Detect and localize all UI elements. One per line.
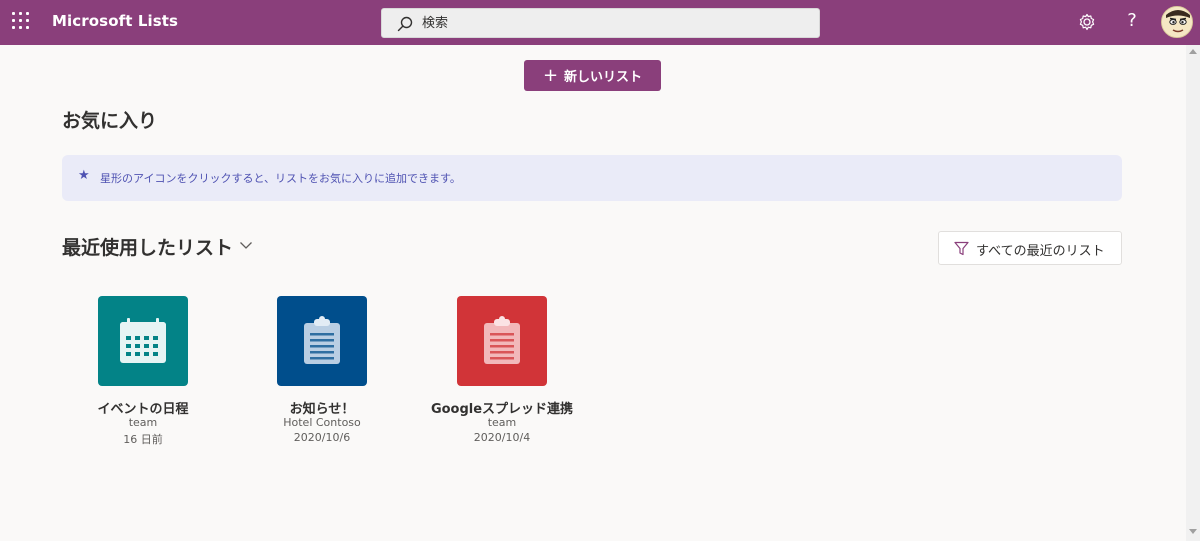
clipboard-icon <box>484 316 520 364</box>
list-date: 16 日前 <box>123 433 163 446</box>
avatar-face-icon <box>1162 7 1192 37</box>
avatar[interactable] <box>1161 6 1193 38</box>
list-owner: Hotel Contoso <box>283 416 361 429</box>
scroll-up-icon[interactable] <box>1189 49 1197 54</box>
list-tile[interactable] <box>457 296 547 386</box>
calendar-icon <box>120 318 166 363</box>
search-icon <box>397 16 413 32</box>
list-tile[interactable] <box>277 296 367 386</box>
list-title[interactable]: イベントの日程 <box>53 398 233 417</box>
recent-lists-heading[interactable]: 最近使用したリスト <box>62 233 233 260</box>
scroll-down-icon[interactable] <box>1189 529 1197 534</box>
app-title[interactable]: Microsoft Lists <box>52 12 178 30</box>
favorites-info-text: 星形のアイコンをクリックすると、リストをお気に入りに追加できます。 <box>100 172 461 185</box>
list-card[interactable]: お知らせ！ Hotel Contoso 2020/10/6 <box>232 296 412 456</box>
list-owner: team <box>128 416 158 429</box>
list-date: 2020/10/6 <box>293 431 351 444</box>
list-title[interactable]: お知らせ！ <box>232 398 412 417</box>
star-icon: ★ <box>78 168 90 183</box>
list-card[interactable]: Googleスプレッド連携 team 2020/10/4 <box>412 296 592 456</box>
new-list-label: 新しいリスト <box>564 70 643 85</box>
list-date: 2020/10/4 <box>473 431 531 444</box>
search-box[interactable] <box>381 8 820 38</box>
clipboard-icon <box>304 316 340 364</box>
list-owner: team <box>487 416 517 429</box>
list-title[interactable]: Googleスプレッド連携 <box>412 398 592 417</box>
favorites-heading: お気に入り <box>62 110 158 132</box>
search-input[interactable] <box>422 13 802 33</box>
page-scrollbar[interactable] <box>1186 45 1200 541</box>
all-recent-lists-label: すべての最近のリスト <box>976 244 1105 259</box>
favorites-info-banner: ★ 星形のアイコンをクリックすると、リストをお気に入りに追加できます。 <box>62 155 1122 201</box>
new-list-button[interactable]: + 新しいリスト <box>524 60 661 91</box>
list-tile[interactable] <box>98 296 188 386</box>
chevron-down-icon[interactable] <box>238 237 254 253</box>
gear-icon[interactable] <box>1077 12 1097 32</box>
filter-icon <box>954 241 969 256</box>
list-card[interactable]: イベントの日程 team 16 日前 <box>53 296 233 456</box>
waffle-icon[interactable] <box>12 12 32 32</box>
all-recent-lists-button[interactable]: すべての最近のリスト <box>938 231 1122 265</box>
top-bar: Microsoft Lists ? <box>0 0 1200 45</box>
help-icon[interactable]: ? <box>1122 10 1142 34</box>
plus-icon: + <box>542 64 559 86</box>
